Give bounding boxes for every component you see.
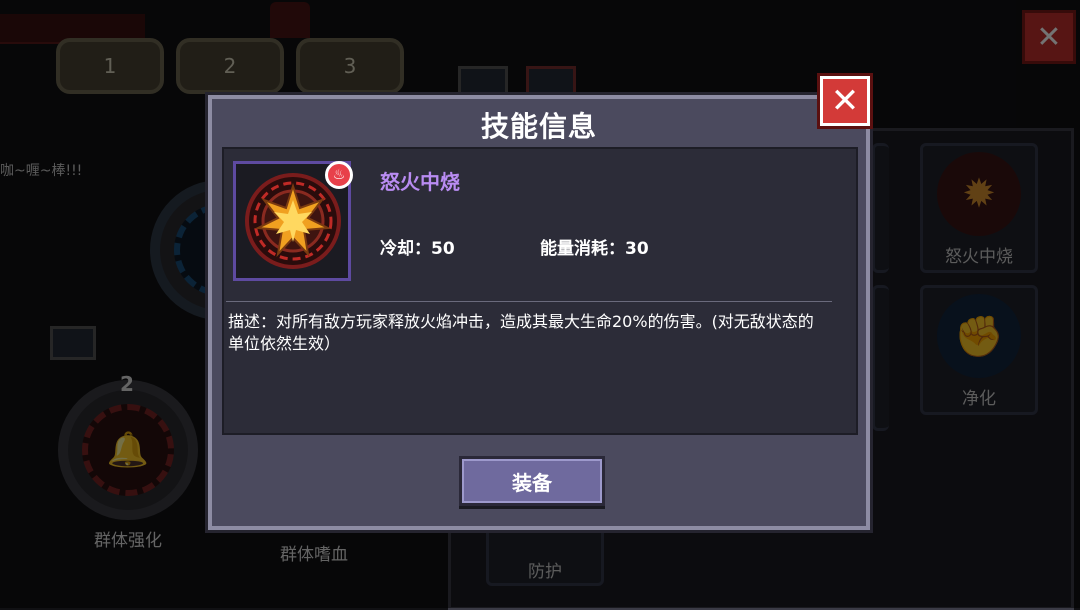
fist-icon: ✊ [937,294,1021,378]
grid-card-partial [872,143,889,273]
lamp-decoration [270,2,310,38]
grid-card-rage[interactable]: ✹ 怒火中烧 [920,143,1038,273]
monitor-icon [50,326,96,360]
dialog-title: 技能信息 [480,110,597,143]
skill-slot-frame: 🔔 [58,380,198,520]
equip-button[interactable]: 装备 [459,456,605,506]
cheer-text: 咖~喱~棒!!! [0,163,83,179]
fire-burst-icon [245,173,341,269]
fire-burst-icon: ✹ [937,152,1021,236]
skill-slot-group-buff[interactable]: 🔔 群体强化 [58,380,198,551]
grid-card-label: 净化 [962,389,996,409]
slot-tab-1[interactable]: 1 [56,38,164,94]
dialog-close-button[interactable]: ✕ [820,76,870,126]
grid-card-label: 怒火中烧 [945,247,1013,267]
grid-card-partial [872,285,889,431]
cooldown-text: 冷却：50 [380,239,455,259]
divider [226,301,832,302]
screen-close-button[interactable]: ✕ [1022,10,1076,64]
slot-tab-2[interactable]: 2 [176,38,284,94]
skill-slot-label-bloodlust: 群体嗜血 [280,545,348,565]
slot-tab-3[interactable]: 3 [296,38,404,94]
skill-name: 怒火中烧 [380,170,460,194]
grid-card-purify[interactable]: ✊ 净化 [920,285,1038,415]
skill-level-badge: 2 [120,372,134,396]
grid-card-label: 防护 [528,562,562,582]
flame-badge-icon: ♨ [325,161,353,189]
energy-cost-text: 能量消耗：30 [540,239,649,259]
skill-slot-label: 群体强化 [94,531,162,551]
skill-description: 描述：对所有敌方玩家释放火焰冲击，造成其最大生命20%的伤害。(对无敌状态的单位… [228,312,814,353]
bell-icon: 🔔 [82,404,174,496]
